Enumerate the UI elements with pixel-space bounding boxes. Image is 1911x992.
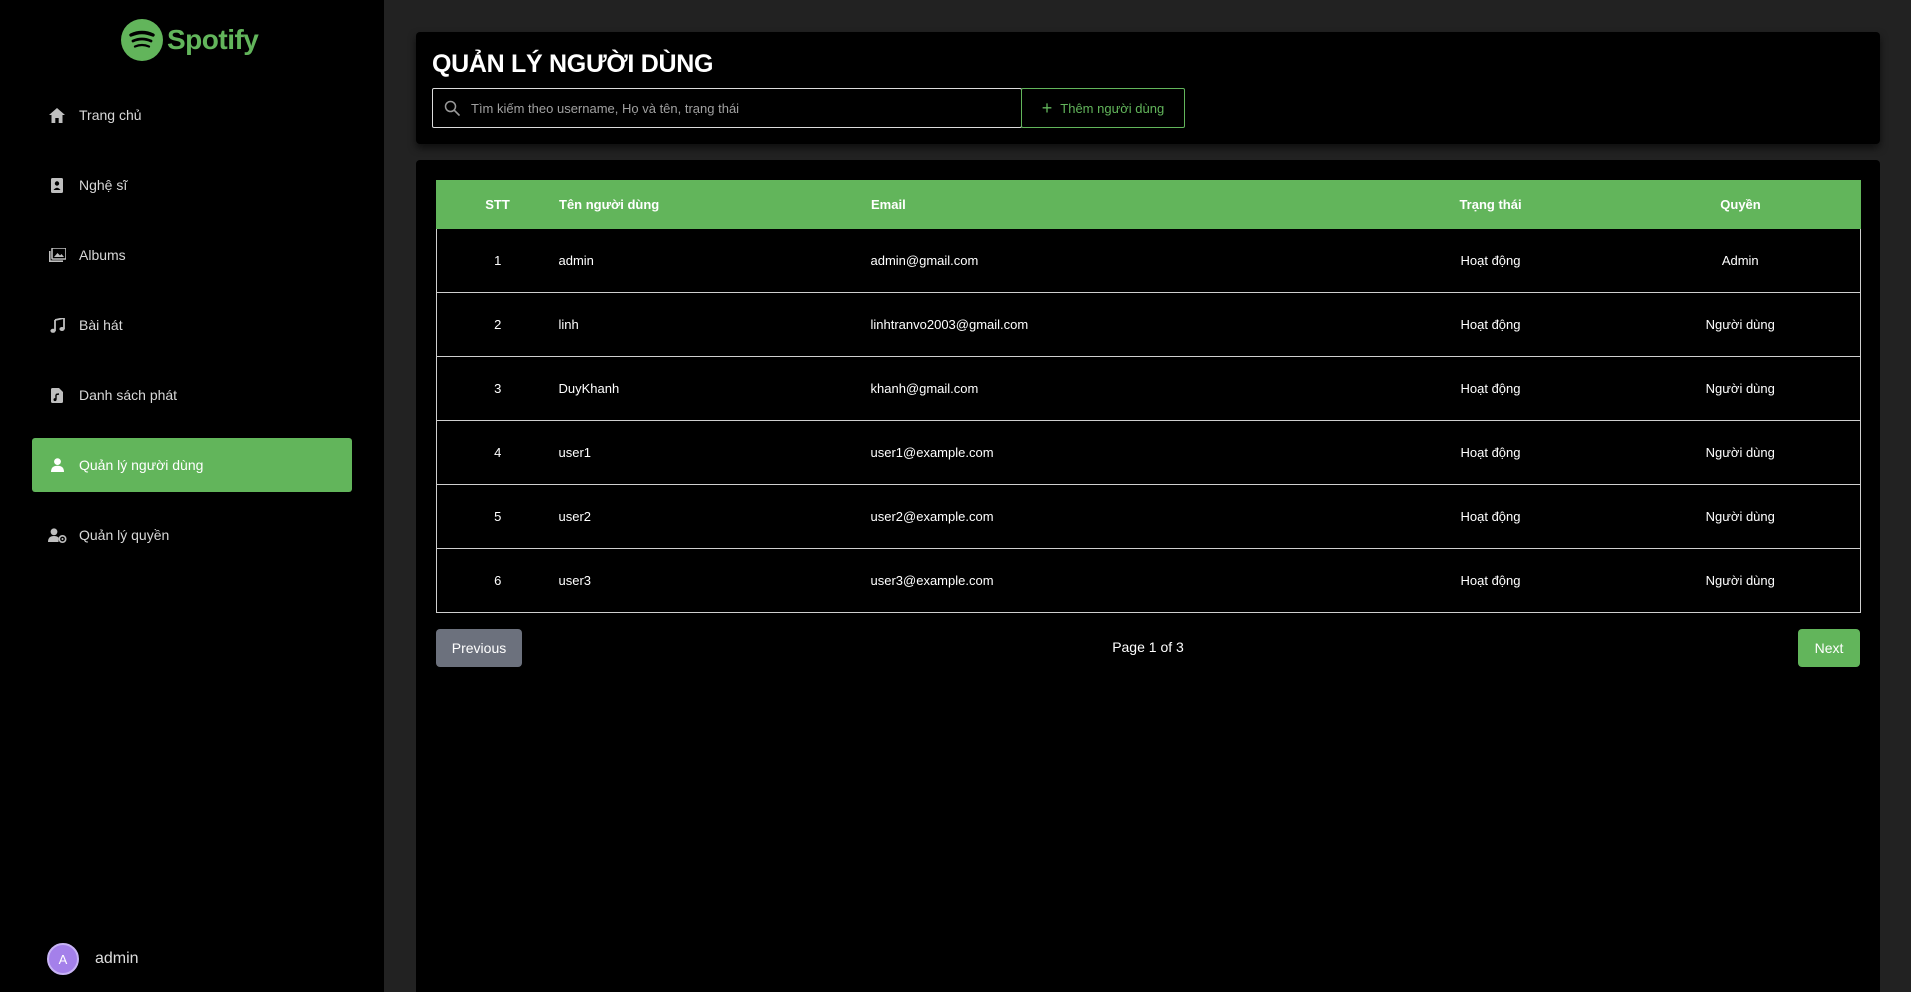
cell-username: user3 xyxy=(558,548,871,613)
sidebar-item-songs[interactable]: Bài hát xyxy=(32,298,352,352)
sidebar-item-label: Trang chủ xyxy=(79,107,142,123)
cell-status: Hoạt động xyxy=(1360,228,1621,293)
page-header: QUẢN LÝ NGƯỜI DÙNG + Thêm người dùng xyxy=(416,32,1880,144)
app-window: Spotify Trang chủ Nghệ sĩ Albums Bài hát… xyxy=(0,0,1911,992)
column-header-email[interactable]: Email xyxy=(870,180,1361,229)
cell-role: Người dùng xyxy=(1620,356,1861,421)
pagination: Previous Page 1 of 3 Next xyxy=(436,629,1860,667)
cell-role: Người dùng xyxy=(1620,292,1861,357)
cell-stt: 2 xyxy=(436,292,559,357)
users-panel: STT Tên người dùng Email Trạng thái Quyề… xyxy=(416,160,1880,992)
table-row[interactable]: 5 user2 user2@example.com Hoạt động Ngườ… xyxy=(436,484,1861,549)
artist-icon xyxy=(47,175,67,195)
table-row[interactable]: 1 admin admin@gmail.com Hoạt động Admin xyxy=(436,228,1861,293)
albums-icon xyxy=(47,245,67,265)
cell-email: admin@gmail.com xyxy=(870,228,1361,293)
cell-status: Hoạt động xyxy=(1360,484,1621,549)
column-header-stt[interactable]: STT xyxy=(436,180,559,229)
sidebar-item-permissions[interactable]: Quản lý quyền xyxy=(32,508,352,562)
sidebar-item-label: Danh sách phát xyxy=(79,387,178,403)
sidebar-item-albums[interactable]: Albums xyxy=(32,228,352,282)
cell-status: Hoạt động xyxy=(1360,292,1621,357)
cell-stt: 5 xyxy=(436,484,559,549)
cell-stt: 3 xyxy=(436,356,559,421)
add-user-button-label: Thêm người dùng xyxy=(1060,100,1165,116)
table-header-row: STT Tên người dùng Email Trạng thái Quyề… xyxy=(436,180,1861,229)
user-icon xyxy=(47,455,67,475)
home-icon xyxy=(47,105,67,125)
sidebar-item-label: Bài hát xyxy=(79,317,123,333)
page-title: QUẢN LÝ NGƯỜI DÙNG xyxy=(432,50,714,78)
cell-email: user1@example.com xyxy=(870,420,1361,485)
page-indicator: Page 1 of 3 xyxy=(1112,639,1184,655)
cell-username: user2 xyxy=(558,484,871,549)
sidebar-item-artists[interactable]: Nghệ sĩ xyxy=(32,158,352,212)
search-icon xyxy=(433,100,471,116)
cell-stt: 4 xyxy=(436,420,559,485)
sidebar-item-label: Nghệ sĩ xyxy=(79,177,128,193)
search-input[interactable] xyxy=(471,89,1021,127)
users-table: STT Tên người dùng Email Trạng thái Quyề… xyxy=(436,180,1861,613)
search-box xyxy=(432,88,1022,128)
table-row[interactable]: 6 user3 user3@example.com Hoạt động Ngườ… xyxy=(436,548,1861,613)
cell-email: user2@example.com xyxy=(870,484,1361,549)
column-header-role[interactable]: Quyền xyxy=(1620,180,1861,229)
avatar: A xyxy=(47,943,79,975)
column-header-status[interactable]: Trạng thái xyxy=(1360,180,1621,229)
cell-stt: 1 xyxy=(436,228,559,293)
sidebar: Spotify Trang chủ Nghệ sĩ Albums Bài hát… xyxy=(0,0,384,992)
cell-email: user3@example.com xyxy=(870,548,1361,613)
cell-role: Người dùng xyxy=(1620,420,1861,485)
table-row[interactable]: 3 DuyKhanh khanh@gmail.com Hoạt động Ngư… xyxy=(436,356,1861,421)
column-header-username[interactable]: Tên người dùng xyxy=(558,180,871,229)
sidebar-item-user-management[interactable]: Quản lý người dùng xyxy=(32,438,352,492)
table-row[interactable]: 4 user1 user1@example.com Hoạt động Ngườ… xyxy=(436,420,1861,485)
cell-role: Người dùng xyxy=(1620,548,1861,613)
spotify-logo-text: Spotify xyxy=(167,24,259,55)
cell-username: DuyKhanh xyxy=(558,356,871,421)
sidebar-item-label: Quản lý người dùng xyxy=(79,457,204,473)
sidebar-item-playlists[interactable]: Danh sách phát xyxy=(32,368,352,422)
current-user[interactable]: A admin xyxy=(47,943,139,975)
cell-role: Admin xyxy=(1620,228,1861,293)
cell-status: Hoạt động xyxy=(1360,548,1621,613)
cell-username: user1 xyxy=(558,420,871,485)
playlist-icon xyxy=(47,385,67,405)
spotify-logo-icon xyxy=(121,19,163,61)
cell-username: admin xyxy=(558,228,871,293)
cell-status: Hoạt động xyxy=(1360,356,1621,421)
cell-email: khanh@gmail.com xyxy=(870,356,1361,421)
user-settings-icon xyxy=(47,525,67,545)
sidebar-item-label: Quản lý quyền xyxy=(79,527,170,543)
cell-stt: 6 xyxy=(436,548,559,613)
sidebar-item-home[interactable]: Trang chủ xyxy=(32,88,352,142)
cell-email: linhtranvo2003@gmail.com xyxy=(870,292,1361,357)
user-name: admin xyxy=(95,950,139,967)
table-row[interactable]: 2 linh linhtranvo2003@gmail.com Hoạt độn… xyxy=(436,292,1861,357)
next-page-button[interactable]: Next xyxy=(1798,629,1860,667)
sidebar-nav: Trang chủ Nghệ sĩ Albums Bài hát Danh sá… xyxy=(32,88,352,578)
cell-role: Người dùng xyxy=(1620,484,1861,549)
spotify-logo[interactable]: Spotify xyxy=(121,18,259,62)
add-user-button[interactable]: + Thêm người dùng xyxy=(1021,88,1185,128)
cell-status: Hoạt động xyxy=(1360,420,1621,485)
music-note-icon xyxy=(47,315,67,335)
cell-username: linh xyxy=(558,292,871,357)
plus-icon: + xyxy=(1041,98,1053,118)
sidebar-item-label: Albums xyxy=(79,247,126,263)
